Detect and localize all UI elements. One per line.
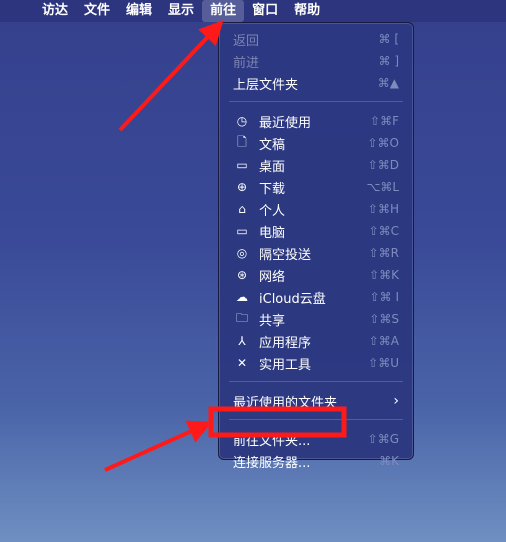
red-highlight-box — [208, 406, 347, 438]
red-arrow-bottom — [104, 420, 213, 472]
red-arrow-top — [118, 20, 224, 132]
annotation-overlay — [104, 20, 347, 472]
